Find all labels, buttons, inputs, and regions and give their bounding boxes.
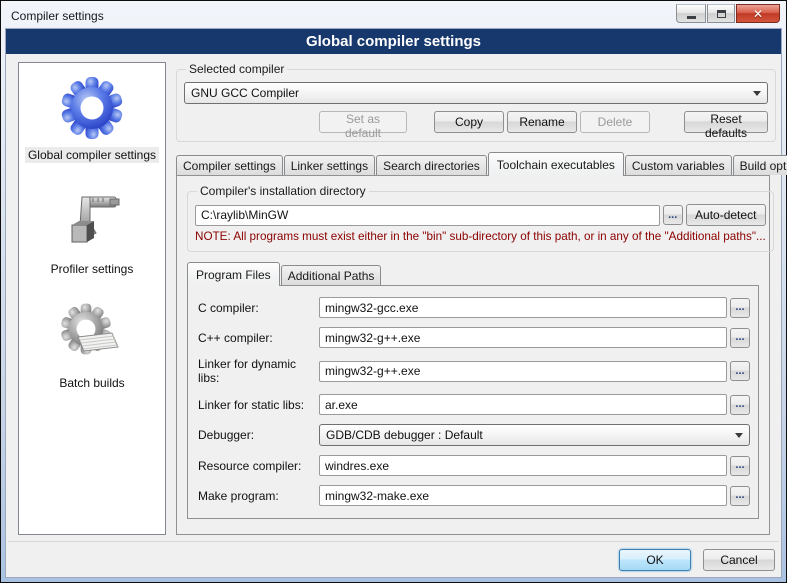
field-label: Debugger: — [198, 428, 316, 442]
field-label: Linker for static libs: — [198, 398, 316, 412]
resource-compiler-input[interactable] — [319, 455, 727, 476]
toolchain-sub-tab-strip: Program Files Additional Paths — [187, 263, 759, 285]
set-as-default-button[interactable]: Set as default — [319, 111, 407, 133]
subtab-program-files[interactable]: Program Files — [187, 262, 280, 286]
delete-button[interactable]: Delete — [580, 111, 650, 133]
tab-build-options[interactable]: Build options — [733, 155, 787, 175]
field-row-dynamic-linker: Linker for dynamic libs: ... — [198, 357, 750, 385]
debugger-select[interactable]: GDB/CDB debugger : Default — [319, 424, 750, 446]
settings-category-list: Global compiler settings — [18, 62, 166, 535]
field-row-resource-compiler: Resource compiler: ... — [198, 455, 750, 476]
cpp-compiler-input[interactable] — [319, 327, 727, 348]
window-title: Compiler settings — [5, 9, 104, 23]
installation-directory-group: Compiler's installation directory ... Au… — [187, 184, 774, 252]
installation-directory-group-label: Compiler's installation directory — [197, 184, 369, 198]
copy-button[interactable]: Copy — [434, 111, 504, 133]
field-label: C compiler: — [198, 301, 316, 315]
gray-gear-papers-icon — [60, 303, 124, 367]
compiler-select-value: GNU GCC Compiler — [191, 86, 747, 100]
sidebar-item-label: Profiler settings — [48, 261, 137, 277]
ok-button[interactable]: OK — [619, 549, 691, 571]
page-title: Global compiler settings — [6, 29, 781, 54]
close-icon: ✕ — [753, 8, 763, 20]
caliper-icon — [60, 189, 124, 253]
tab-custom-variables[interactable]: Custom variables — [625, 155, 732, 175]
tab-search-directories[interactable]: Search directories — [376, 155, 487, 175]
c-compiler-input[interactable] — [319, 297, 727, 318]
subtab-additional-paths[interactable]: Additional Paths — [281, 265, 382, 285]
title-bar[interactable]: Compiler settings ✕ — [5, 4, 782, 28]
sidebar-item-global-compiler-settings[interactable]: Global compiler settings — [25, 75, 159, 163]
settings-tab-strip: Compiler settings Linker settings Search… — [176, 151, 770, 175]
minimize-button[interactable] — [676, 4, 706, 23]
browse-dynamic-linker-button[interactable]: ... — [730, 361, 750, 381]
field-row-make-program: Make program: ... — [198, 485, 750, 506]
selected-compiler-group: Selected compiler GNU GCC Compiler Set a… — [176, 62, 776, 142]
sidebar-item-profiler-settings[interactable]: Profiler settings — [48, 189, 137, 277]
browse-directory-button[interactable]: ... — [663, 205, 683, 225]
field-row-static-linker: Linker for static libs: ... — [198, 394, 750, 415]
note-text: NOTE: All programs must exist either in … — [195, 230, 766, 243]
field-label: Make program: — [198, 489, 316, 503]
debugger-select-value: GDB/CDB debugger : Default — [326, 428, 729, 442]
dialog-client-area: Global compiler settings — [5, 28, 782, 578]
tab-linker-settings[interactable]: Linker settings — [284, 155, 375, 175]
auto-detect-button[interactable]: Auto-detect — [686, 204, 766, 226]
window-controls: ✕ — [676, 4, 780, 23]
selected-compiler-group-label: Selected compiler — [186, 62, 287, 76]
browse-make-program-button[interactable]: ... — [730, 486, 750, 506]
sidebar-item-batch-builds[interactable]: Batch builds — [56, 303, 127, 391]
maximize-button[interactable] — [707, 4, 735, 23]
field-label: Linker for dynamic libs: — [198, 357, 316, 385]
dynamic-linker-input[interactable] — [319, 361, 727, 382]
compiler-settings-window: Compiler settings ✕ Global compiler sett… — [0, 0, 787, 583]
make-program-input[interactable] — [319, 485, 727, 506]
tab-toolchain-executables[interactable]: Toolchain executables — [488, 152, 624, 176]
browse-resource-compiler-button[interactable]: ... — [730, 456, 750, 476]
close-button[interactable]: ✕ — [736, 4, 780, 23]
reset-defaults-button[interactable]: Reset defaults — [684, 111, 768, 133]
sidebar-item-label: Global compiler settings — [25, 147, 159, 163]
chevron-down-icon — [735, 433, 743, 438]
program-files-panel: C compiler: ... C++ compiler: ... Linker… — [187, 285, 759, 519]
field-row-debugger: Debugger: GDB/CDB debugger : Default — [198, 424, 750, 446]
chevron-down-icon — [753, 91, 761, 96]
field-label: Resource compiler: — [198, 459, 316, 473]
toolchain-executables-panel: Compiler's installation directory ... Au… — [176, 175, 770, 535]
blue-gear-icon — [60, 75, 124, 139]
maximize-icon — [717, 10, 726, 18]
field-row-c-compiler: C compiler: ... — [198, 297, 750, 318]
sidebar-item-label: Batch builds — [56, 375, 127, 391]
rename-button[interactable]: Rename — [507, 111, 577, 133]
field-row-cpp-compiler: C++ compiler: ... — [198, 327, 750, 348]
cancel-button[interactable]: Cancel — [703, 549, 775, 571]
static-linker-input[interactable] — [319, 394, 727, 415]
compiler-select[interactable]: GNU GCC Compiler — [184, 82, 768, 104]
minimize-icon — [687, 16, 696, 19]
browse-cpp-compiler-button[interactable]: ... — [730, 328, 750, 348]
dialog-footer: OK Cancel — [8, 541, 779, 577]
browse-c-compiler-button[interactable]: ... — [730, 298, 750, 318]
field-label: C++ compiler: — [198, 331, 316, 345]
browse-static-linker-button[interactable]: ... — [730, 395, 750, 415]
tab-compiler-settings[interactable]: Compiler settings — [176, 155, 283, 175]
installation-directory-input[interactable] — [195, 205, 660, 226]
